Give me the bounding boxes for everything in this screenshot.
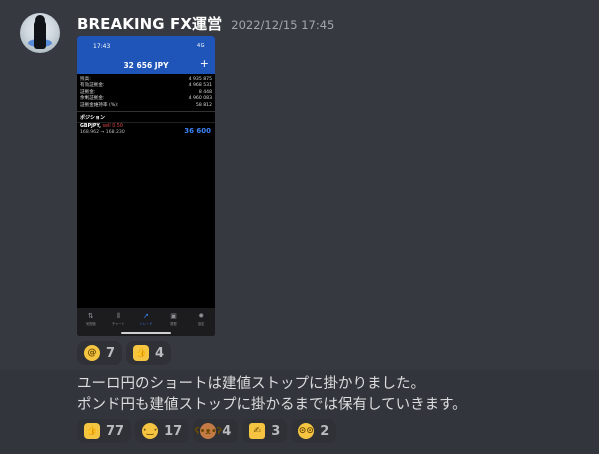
reactions-message: 👍 77 ·‿· 17 ʕ•ᴥ•ʔ 4 ✍ 3 ⊙⊙ 2 — [77, 419, 337, 443]
reaction-count: 17 — [164, 423, 183, 439]
message-line: ユーロ円のショートは建値ストップに掛かりました。 — [77, 376, 425, 392]
reaction-count: 4 — [222, 423, 232, 439]
reaction-count: 4 — [155, 345, 165, 361]
phone-title: 32 656 JPY — [123, 60, 169, 70]
quotes-icon: ⇅ — [87, 312, 94, 320]
position-side: sell 0.50 — [102, 124, 123, 130]
avatar[interactable] — [20, 13, 60, 53]
plus-icon: + — [199, 57, 209, 70]
reaction-count: 7 — [106, 345, 116, 361]
trade-icon: ↗ — [143, 312, 149, 320]
reaction-count: 3 — [271, 423, 281, 439]
message-header: BREAKING FX運営 2022/12/15 17:45 — [77, 13, 334, 33]
summary-row: 証拠金維持率 (%): 58 812 — [80, 102, 212, 108]
reactions-attachment: @ 7 👍 4 — [77, 341, 172, 365]
phone-status-bar: 17:43 4G — [77, 36, 215, 56]
nerd-face-emoji-icon: ⊙⊙ — [298, 423, 315, 439]
nav-quotes: ⇅ 気配値 — [80, 312, 102, 336]
reaction-saluting-face[interactable]: ·‿· 17 — [135, 419, 190, 443]
saluting-face-emoji-icon: ·‿· — [142, 423, 159, 439]
settings-icon: ✹ — [198, 312, 205, 320]
reaction-thumbs-up[interactable]: 👍 77 — [77, 419, 132, 443]
image-attachment[interactable]: 17:43 4G 32 656 JPY + 残高: 4 935 875 有効証拠金… — [77, 36, 215, 336]
reaction-count: 2 — [320, 423, 330, 439]
history-icon: ▣ — [170, 312, 177, 320]
positions-section-title: ポジション — [77, 111, 215, 122]
phone-title-bar: 32 656 JPY + — [77, 56, 215, 74]
reaction-dizzy-face[interactable]: @ 7 — [77, 341, 123, 365]
avatar-figure — [34, 15, 46, 49]
chart-icon: ⫴ — [116, 312, 120, 320]
dizzy-face-emoji-icon: @ — [84, 345, 100, 361]
position-row: GBPJPY, sell 0.50 168.962 → 168.230 36 6… — [77, 122, 215, 138]
account-summary: 残高: 4 935 875 有効証拠金: 4 968 531 証拠金: 8 448 余… — [77, 74, 215, 109]
position-profit: 36 600 — [184, 127, 211, 136]
phone-signal-indicator: 4G — [196, 43, 205, 49]
teddy-bear-emoji-icon: ʕ•ᴥ•ʔ — [195, 423, 222, 439]
reaction-writing-hand[interactable]: ✍ 3 — [242, 419, 288, 443]
timestamp[interactable]: 2022/12/15 17:45 — [231, 18, 334, 32]
username[interactable]: BREAKING FX運営 — [77, 13, 222, 34]
nav-settings: ✹ 設定 — [190, 312, 212, 336]
reaction-thumbs-up[interactable]: 👍 4 — [126, 341, 172, 365]
phone-status-time: 17:43 — [93, 42, 111, 50]
reaction-teddy-bear[interactable]: ʕ•ᴥ•ʔ 4 — [193, 419, 239, 443]
message-line: ポンド円も建値ストップに掛かるまでは保有していきます。 — [77, 397, 467, 413]
phone-home-indicator — [121, 332, 171, 334]
message-content: ユーロ円のショートは建値ストップに掛かりました。 ポンド円も建値ストップに掛かる… — [77, 374, 587, 416]
thumbs-up-emoji-icon: 👍 — [84, 423, 100, 439]
thumbs-up-emoji-icon: 👍 — [133, 345, 150, 361]
reaction-count: 77 — [106, 423, 125, 439]
writing-hand-emoji-icon: ✍ — [249, 423, 266, 439]
reaction-nerd-face[interactable]: ⊙⊙ 2 — [291, 419, 337, 443]
